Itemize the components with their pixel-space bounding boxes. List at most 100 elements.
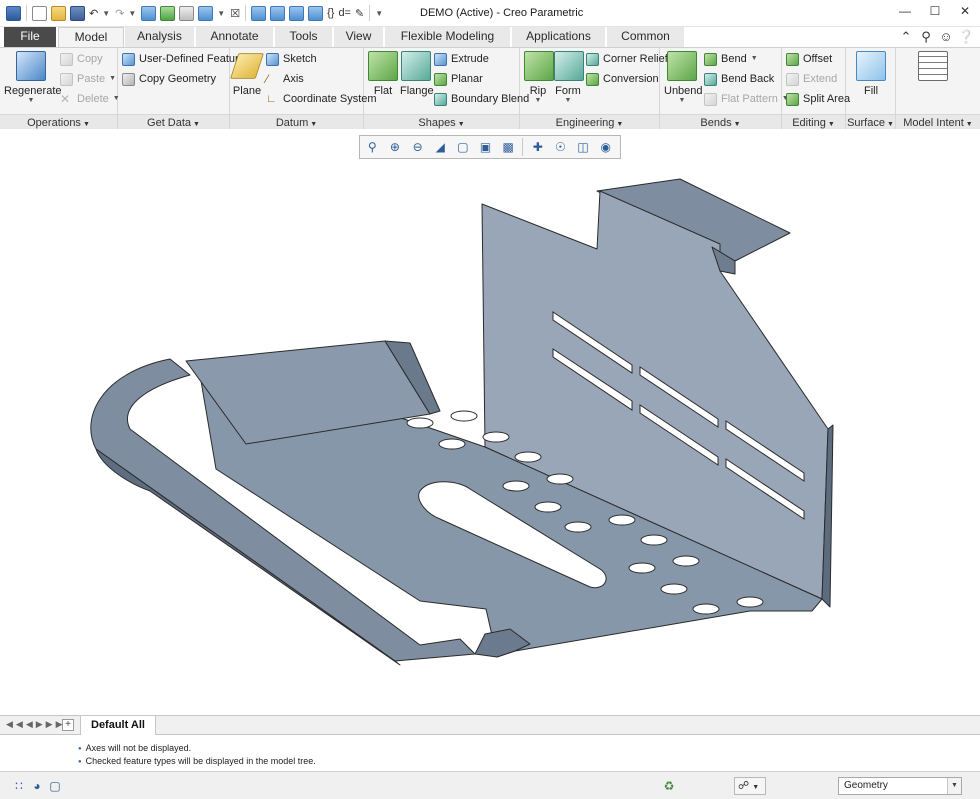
split-area-button[interactable]: Split Area <box>786 90 850 108</box>
regenerate-button[interactable]: Regenerate ▼ <box>4 51 62 104</box>
fill-button[interactable]: Fill <box>856 51 886 97</box>
shapes-group-label[interactable]: Shapes ▼ <box>364 114 519 130</box>
split-area-icon <box>786 92 799 106</box>
rip-label: Rip <box>529 85 547 97</box>
delete-button[interactable]: ✕ Delete ▼ <box>60 90 120 108</box>
copy-geometry-button[interactable]: Copy Geometry <box>122 70 216 88</box>
surface-group-label[interactable]: Surface ▼ <box>846 114 895 130</box>
tab-applications[interactable]: Applications <box>512 27 606 47</box>
pen-icon[interactable]: ✎ <box>355 7 364 20</box>
relations-icon[interactable]: d= <box>338 7 351 19</box>
sheetmetal-part[interactable] <box>0 129 980 715</box>
conversion-button[interactable]: Conversion <box>586 70 659 88</box>
tab-file[interactable]: File <box>4 27 56 47</box>
get-data-group-label[interactable]: Get Data ▼ <box>118 114 229 130</box>
copy-label: Copy <box>77 53 103 65</box>
bends-group-label[interactable]: Bends ▼ <box>660 114 781 130</box>
regenerate-icon <box>16 51 46 81</box>
bend-back-button[interactable]: Bend Back <box>704 70 774 88</box>
operations-group-label[interactable]: Operations ▼ <box>0 114 117 130</box>
datum-axes-icon[interactable] <box>270 5 286 21</box>
selection-filter[interactable]: Geometry ▼ <box>838 777 962 795</box>
conversion-label: Conversion <box>603 73 659 85</box>
unbend-icon <box>667 51 697 81</box>
csys-button[interactable]: ∟ Coordinate System <box>266 90 377 108</box>
rip-button[interactable]: Rip ▼ <box>524 51 554 104</box>
csys-icon: ∟ <box>266 93 277 105</box>
engineering-group-label[interactable]: Engineering ▼ <box>520 114 659 130</box>
open-icon[interactable] <box>51 5 66 21</box>
model-intent-group-label[interactable]: Model Intent ▼ <box>896 114 980 130</box>
plane-button[interactable]: Plane <box>230 51 264 97</box>
close-icon[interactable]: ✕ <box>950 0 980 22</box>
new-icon[interactable] <box>32 5 47 21</box>
axis-button[interactable]: ⁄ Axis <box>266 70 304 88</box>
fullscreen-icon[interactable]: ▢ <box>48 779 62 793</box>
qa-separator <box>369 5 371 21</box>
datum-planes-icon[interactable] <box>251 5 267 21</box>
regenerate-manager-icon[interactable] <box>160 5 176 21</box>
add-tab-icon[interactable]: + <box>62 719 74 731</box>
planar-button[interactable]: Planar <box>434 70 483 88</box>
group-bends: Unbend ▼ Bend ▼ Bend Back Flat Pattern ▼… <box>660 48 789 130</box>
community-icon[interactable]: ☺ <box>938 29 954 45</box>
extend-button[interactable]: Extend <box>786 70 837 88</box>
tab-common[interactable]: Common <box>607 27 685 47</box>
corner-relief-button[interactable]: Corner Relief <box>586 50 668 68</box>
graphics-window[interactable]: ⚲ ⊕ ⊖ ◢ ▢ ▣ ▩ ✚ ☉ ◫ ◉ <box>0 129 980 715</box>
undo-icon[interactable]: ↶ <box>89 7 98 20</box>
regen-status-icon[interactable]: ♻ <box>662 779 676 793</box>
udf-button[interactable]: User-Defined Feature <box>122 50 245 68</box>
flange-button[interactable]: Flange <box>400 51 434 97</box>
bend-button[interactable]: Bend ▼ <box>704 50 758 68</box>
find-button[interactable]: ☍ ▼ <box>734 777 766 795</box>
default-all-tab[interactable]: Default All <box>80 716 156 735</box>
customize-qa-icon[interactable]: ▼ <box>375 9 383 18</box>
form-icon <box>554 51 584 81</box>
family-table-button[interactable] <box>918 51 948 85</box>
boundary-blend-button[interactable]: Boundary Blend <box>434 90 529 108</box>
flange-label: Flange <box>400 85 434 97</box>
flat-pattern-button[interactable]: Flat Pattern ▼ <box>704 90 789 108</box>
tab-tools[interactable]: Tools <box>275 27 333 47</box>
windows-icon[interactable] <box>198 5 214 21</box>
browser-toggle-icon[interactable]: ◕ <box>30 779 44 793</box>
copy-button[interactable]: Copy <box>60 50 103 68</box>
editing-group-label[interactable]: Editing ▼ <box>782 114 845 130</box>
windows-dropdown-icon[interactable]: ▼ <box>217 9 225 18</box>
app-icon[interactable] <box>6 5 21 21</box>
form-button[interactable]: Form ▼ <box>554 51 584 104</box>
save-icon[interactable] <box>70 5 85 21</box>
model-tree-toggle-icon[interactable]: ∷ <box>12 779 26 793</box>
sketch-view-icon[interactable]: {} <box>327 7 334 19</box>
undo-dropdown-icon[interactable]: ▼ <box>102 9 110 18</box>
redo-dropdown-icon[interactable]: ▼ <box>128 9 136 18</box>
tab-view[interactable]: View <box>334 27 384 47</box>
tab-annotate[interactable]: Annotate <box>196 27 274 47</box>
search-icon[interactable]: ⚲ <box>918 29 934 45</box>
tab-model[interactable]: Model <box>58 27 124 48</box>
window-icon[interactable] <box>179 5 195 21</box>
flat-button[interactable]: Flat <box>368 51 398 97</box>
paste-button[interactable]: Paste ▼ <box>60 70 116 88</box>
extrude-button[interactable]: Extrude <box>434 50 489 68</box>
collapse-ribbon-icon[interactable]: ⌃ <box>898 29 914 45</box>
maximize-icon[interactable]: ☐ <box>920 0 950 22</box>
offset-button[interactable]: Offset <box>786 50 832 68</box>
tab-flexible-modeling[interactable]: Flexible Modeling <box>385 27 511 47</box>
binoculars-icon: ☍ <box>738 780 750 792</box>
sketch-button[interactable]: Sketch <box>266 50 317 68</box>
unbend-button[interactable]: Unbend ▼ <box>664 51 703 104</box>
message-line: Axes will not be displayed. <box>78 743 192 753</box>
tab-analysis[interactable]: Analysis <box>125 27 195 47</box>
datum-csys-icon[interactable] <box>308 5 324 21</box>
tab-navigation-icons[interactable]: ◀◀◀▶▶▶ <box>6 719 66 730</box>
datum-points-icon[interactable] <box>289 5 305 21</box>
regenerate-icon[interactable] <box>141 5 157 21</box>
close-window-icon[interactable]: ☒ <box>230 7 240 20</box>
redo-icon[interactable]: ↷ <box>115 7 124 20</box>
minimize-icon[interactable]: — <box>890 0 920 22</box>
help-icon[interactable]: ❔ <box>958 29 974 45</box>
datum-group-label[interactable]: Datum ▼ <box>230 114 363 130</box>
extrude-icon <box>434 52 447 66</box>
